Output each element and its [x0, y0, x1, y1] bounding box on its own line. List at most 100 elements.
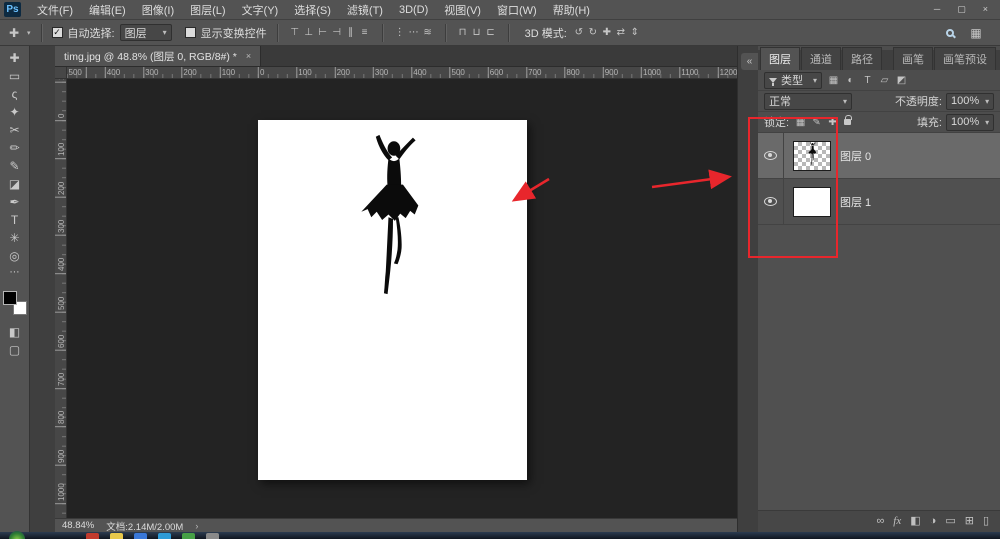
delete-layer-icon[interactable]: ▯ — [983, 516, 989, 527]
separator — [445, 24, 446, 42]
active-tool-icon[interactable]: ✚ — [6, 26, 22, 40]
layer-name[interactable]: 图层 1 — [840, 194, 871, 210]
opacity-value: 100% — [951, 95, 979, 107]
taskbar-app-icon-5[interactable] — [206, 533, 219, 539]
tab-通道[interactable]: 通道 — [801, 47, 841, 70]
eyedropper-tool[interactable]: ✏ — [2, 139, 28, 157]
blend-mode-value: 正常 — [769, 93, 791, 109]
distribute-icon-1[interactable]: ⋯ — [407, 27, 421, 38]
menu-item-7[interactable]: 3D(D) — [391, 4, 436, 16]
restore-button[interactable]: ▢ — [957, 4, 966, 15]
hand-tool[interactable]: ✳ — [2, 229, 28, 247]
ruler-corner — [55, 67, 67, 79]
distribute-icon-0[interactable]: ⋮ — [393, 27, 407, 38]
fill-dropdown[interactable]: 100% ▾ — [946, 114, 994, 131]
tab-路径[interactable]: 路径 — [842, 47, 882, 70]
menu-item-1[interactable]: 编辑(E) — [81, 2, 134, 18]
mode-3d-icon-4[interactable]: ⇕ — [628, 27, 642, 38]
menu-item-0[interactable]: 文件(F) — [29, 2, 81, 18]
minimize-button[interactable]: ─ — [934, 4, 940, 15]
pen-tool[interactable]: ✒ — [2, 193, 28, 211]
layer-mask-icon[interactable]: ◧ — [910, 516, 920, 527]
menu-item-10[interactable]: 帮助(H) — [545, 2, 598, 18]
menu-item-5[interactable]: 选择(S) — [286, 2, 339, 18]
align-icon-0[interactable]: ⊤ — [288, 27, 302, 38]
menu-item-9[interactable]: 窗口(W) — [489, 2, 545, 18]
close-button[interactable]: × — [983, 4, 988, 15]
tab-画笔[interactable]: 画笔 — [893, 47, 933, 70]
marquee-tool[interactable]: ▭ — [2, 67, 28, 85]
filter-icon-4[interactable]: ◩ — [894, 75, 909, 86]
filter-kind-dropdown[interactable]: 类型 ▾ — [764, 72, 822, 89]
align-icon-1[interactable]: ⊥ — [302, 27, 316, 38]
workspace-icon[interactable]: ▦ — [968, 26, 984, 40]
align-icon-3[interactable]: ⊣ — [330, 27, 344, 38]
arrange-icon-1[interactable]: ⊔ — [470, 27, 484, 38]
filter-icon-2[interactable]: T — [860, 75, 875, 86]
layer-group-icon[interactable]: ▭ — [945, 516, 955, 527]
zoom-tool[interactable]: ◎ — [2, 247, 28, 265]
expand-panels-icon[interactable]: « — [741, 53, 758, 70]
taskbar-app-icon-3[interactable] — [158, 533, 171, 539]
type-tool[interactable]: T — [2, 211, 28, 229]
crop-tool[interactable]: ✂ — [2, 121, 28, 139]
mode-3d-icon-1[interactable]: ↻ — [586, 27, 600, 38]
chevron-down-icon: ▾ — [843, 97, 847, 106]
menu-item-2[interactable]: 图像(I) — [134, 2, 182, 18]
chevron-down-icon: ▾ — [27, 29, 31, 37]
tab-图层[interactable]: 图层 — [760, 47, 800, 70]
separator — [41, 24, 42, 42]
lasso-tool[interactable]: ς — [2, 85, 28, 103]
eraser-tool[interactable]: ◪ — [2, 175, 28, 193]
start-button[interactable] — [9, 531, 25, 539]
foreground-color-swatch[interactable] — [3, 291, 17, 305]
align-icon-5[interactable]: ≡ — [358, 27, 372, 38]
document-tab[interactable]: timg.jpg @ 48.8% (图层 0, RGB/8#) * × — [55, 46, 261, 66]
lock-all-icon[interactable] — [844, 119, 851, 125]
mode-3d-icon-2[interactable]: ✚ — [600, 27, 614, 38]
filter-icon-3[interactable]: ▱ — [877, 75, 892, 86]
taskbar-app-icon-4[interactable] — [182, 533, 195, 539]
close-icon[interactable]: × — [246, 51, 251, 61]
show-transform-checkbox[interactable] — [185, 27, 196, 38]
search-icon[interactable] — [946, 29, 954, 37]
distribute-icon-2[interactable]: ≋ — [421, 27, 435, 38]
taskbar-app-icon-1[interactable] — [110, 533, 123, 539]
document-canvas[interactable] — [258, 120, 527, 480]
adjustment-layer-icon[interactable]: ◑ — [930, 516, 937, 527]
status-flyout-icon[interactable]: › — [195, 521, 198, 531]
align-icon-2[interactable]: ⊢ — [316, 27, 330, 38]
move-tool[interactable]: ✚ — [2, 49, 28, 67]
mode-3d-icon-0[interactable]: ↺ — [572, 27, 586, 38]
link-layers-icon[interactable]: ∞ — [876, 516, 884, 527]
new-layer-icon[interactable]: ⊞ — [965, 516, 974, 527]
menu-item-3[interactable]: 图层(L) — [182, 2, 233, 18]
blend-mode-dropdown[interactable]: 正常 ▾ — [764, 93, 852, 110]
quick-selection-tool[interactable]: ✦ — [2, 103, 28, 121]
zoom-level-field[interactable]: 48.84% — [62, 520, 94, 531]
edit-toolbar-icon[interactable]: ⋯ — [2, 265, 28, 279]
quick-mask-icon[interactable]: ◧ — [2, 323, 28, 341]
menu-bar: Ps 文件(F)编辑(E)图像(I)图层(L)文字(Y)选择(S)滤镜(T)3D… — [0, 0, 1000, 20]
layer-name[interactable]: 图层 0 — [840, 148, 871, 164]
brush-tool[interactable]: ✎ — [2, 157, 28, 175]
tab-画笔预设[interactable]: 画笔预设 — [934, 47, 996, 70]
menu-item-6[interactable]: 滤镜(T) — [339, 2, 391, 18]
align-icon-4[interactable]: ∥ — [344, 27, 358, 38]
auto-select-checkbox[interactable]: ✓ — [52, 27, 63, 38]
menu-item-8[interactable]: 视图(V) — [436, 2, 489, 18]
filter-icon-0[interactable]: ▦ — [826, 75, 841, 86]
auto-select-target-dropdown[interactable]: 图层 ▾ — [120, 24, 172, 41]
taskbar-app-icon-2[interactable] — [134, 533, 147, 539]
opacity-dropdown[interactable]: 100% ▾ — [946, 93, 994, 110]
taskbar-app-icon-0[interactable] — [86, 533, 99, 539]
menu-item-4[interactable]: 文字(Y) — [234, 2, 287, 18]
mode-3d-icon-3[interactable]: ⇄ — [614, 27, 628, 38]
screen-mode-icon[interactable]: ▢ — [2, 341, 28, 359]
ruler-vertical: 10001002003004005006007008009001000 — [55, 79, 67, 518]
layer-effects-icon[interactable]: fx — [893, 516, 901, 527]
arrange-icon-0[interactable]: ⊓ — [456, 27, 470, 38]
arrange-icon-2[interactable]: ⊏ — [484, 27, 498, 38]
filter-icon-1[interactable]: ◐ — [843, 75, 858, 86]
ruler-label-h: 600 — [490, 68, 503, 77]
